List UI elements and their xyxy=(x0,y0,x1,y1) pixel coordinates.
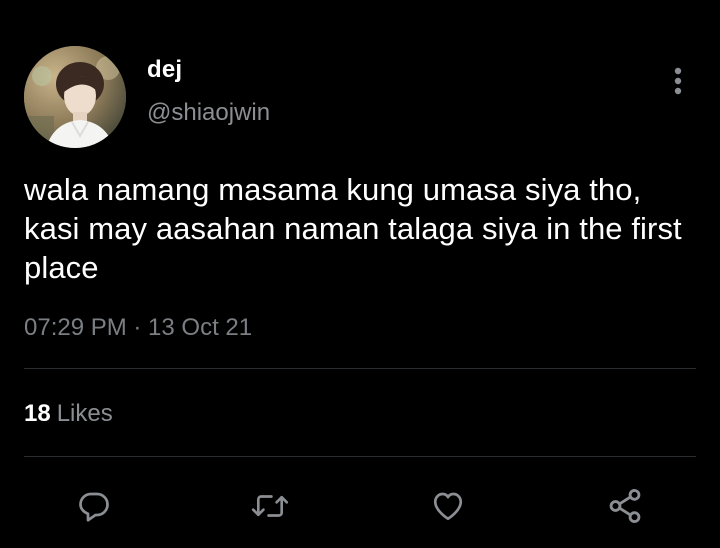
avatar[interactable] xyxy=(24,46,126,148)
divider xyxy=(24,456,696,457)
retweet-button[interactable] xyxy=(248,484,292,528)
likes-label: Likes xyxy=(56,400,113,427)
reply-button[interactable] xyxy=(72,484,116,528)
share-icon xyxy=(609,489,641,523)
retweet-icon xyxy=(251,495,289,517)
tweet-timestamp[interactable]: 07:29 PM · 13 Oct 21 xyxy=(24,314,252,342)
more-options-button[interactable] xyxy=(664,64,692,98)
more-vertical-icon xyxy=(674,67,682,95)
tweet-text: wala namang masama kung umasa siya tho, … xyxy=(24,172,682,285)
share-button[interactable] xyxy=(603,484,647,528)
likes-stat[interactable]: 18 Likes xyxy=(24,400,113,428)
likes-count: 18 xyxy=(24,400,51,427)
author-name[interactable]: dej xyxy=(147,56,182,84)
divider xyxy=(24,368,696,369)
like-button[interactable] xyxy=(426,484,470,528)
reply-icon xyxy=(79,492,109,522)
author-handle[interactable]: @shiaojwin xyxy=(147,99,270,127)
heart-icon xyxy=(433,492,463,521)
avatar-photo xyxy=(24,46,126,148)
tweet-detail: dej @shiaojwin wala namang masama kung u… xyxy=(0,0,720,548)
